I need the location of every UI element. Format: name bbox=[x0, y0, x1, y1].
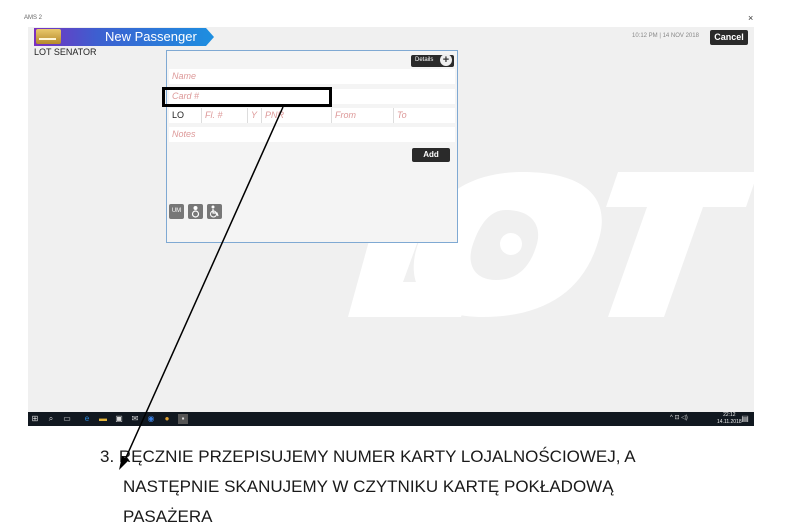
details-button[interactable]: Details + bbox=[411, 54, 454, 67]
instruction-caption: 3. RĘCZNIE PRZEPISUJEMY NUMER KARTY LOJA… bbox=[100, 442, 760, 532]
flight-number-field[interactable]: Fl. # bbox=[201, 108, 247, 123]
task-view-icon[interactable]: ▭ bbox=[62, 414, 72, 424]
notes-field[interactable]: Notes bbox=[169, 127, 455, 142]
mail-icon[interactable]: ✉ bbox=[130, 414, 140, 424]
file-explorer-icon[interactable]: ▬ bbox=[98, 414, 108, 424]
lot-senator-card-icon bbox=[36, 29, 61, 44]
airline-field[interactable]: LO bbox=[169, 108, 201, 123]
unaccompanied-minor-icon[interactable]: UM bbox=[169, 204, 184, 219]
start-icon[interactable]: ⊞ bbox=[30, 414, 40, 424]
system-tray[interactable]: ^ ⊡ ◁) bbox=[670, 414, 688, 421]
caption-line-2: NASTĘPNIE SKANUJEMY W CZYTNIKU KARTĘ POK… bbox=[123, 477, 614, 496]
page-title: New Passenger bbox=[105, 29, 197, 44]
search-icon[interactable]: ⌕ bbox=[46, 414, 56, 424]
taskbar-time: 22:12 bbox=[723, 412, 736, 418]
clock-readout: 10:12 PM | 14 NOV 2018 bbox=[632, 33, 699, 39]
pnr-field[interactable]: PNR bbox=[261, 108, 331, 123]
chrome-icon[interactable]: ● bbox=[162, 414, 172, 424]
window-title: AMS 2 bbox=[24, 15, 43, 21]
new-passenger-form: Details + Name Card # LO Fl. # Y PNR Fro… bbox=[166, 50, 458, 243]
caption-line-1: 3. RĘCZNIE PRZEPISUJEMY NUMER KARTY LOJA… bbox=[100, 447, 636, 466]
notification-icon[interactable]: ▤ bbox=[740, 414, 750, 424]
details-label: Details bbox=[415, 57, 434, 63]
windows-taskbar: ⊞ ⌕ ▭ e ▬ ▣ ✉ ◉ ● ▪ ^ ⊡ ◁) 22:12 14.11.2… bbox=[28, 412, 754, 426]
card-field-highlight bbox=[162, 87, 332, 107]
add-button[interactable]: Add bbox=[412, 148, 450, 162]
app-window: New Passenger LOT SENATOR 10:12 PM | 14 … bbox=[28, 27, 754, 412]
cancel-button[interactable]: Cancel bbox=[710, 30, 748, 45]
plus-icon: + bbox=[440, 54, 452, 66]
edge-icon[interactable]: e bbox=[82, 414, 92, 424]
taskbar-date: 14.11.2018 bbox=[717, 419, 742, 425]
app-icon[interactable]: ◉ bbox=[146, 414, 156, 424]
passenger-tier-label: LOT SENATOR bbox=[34, 47, 97, 57]
ams-app-icon[interactable]: ▪ bbox=[178, 414, 188, 424]
store-icon[interactable]: ▣ bbox=[114, 414, 124, 424]
infant-icon[interactable] bbox=[188, 204, 203, 219]
to-field[interactable]: To bbox=[393, 108, 455, 123]
name-field[interactable]: Name bbox=[169, 69, 455, 84]
wheelchair-icon[interactable] bbox=[207, 204, 222, 219]
taskbar-clock[interactable]: 22:12 14.11.2018 bbox=[717, 412, 742, 426]
from-field[interactable]: From bbox=[331, 108, 393, 123]
class-field[interactable]: Y bbox=[247, 108, 261, 123]
window-close-button[interactable]: × bbox=[748, 13, 753, 23]
